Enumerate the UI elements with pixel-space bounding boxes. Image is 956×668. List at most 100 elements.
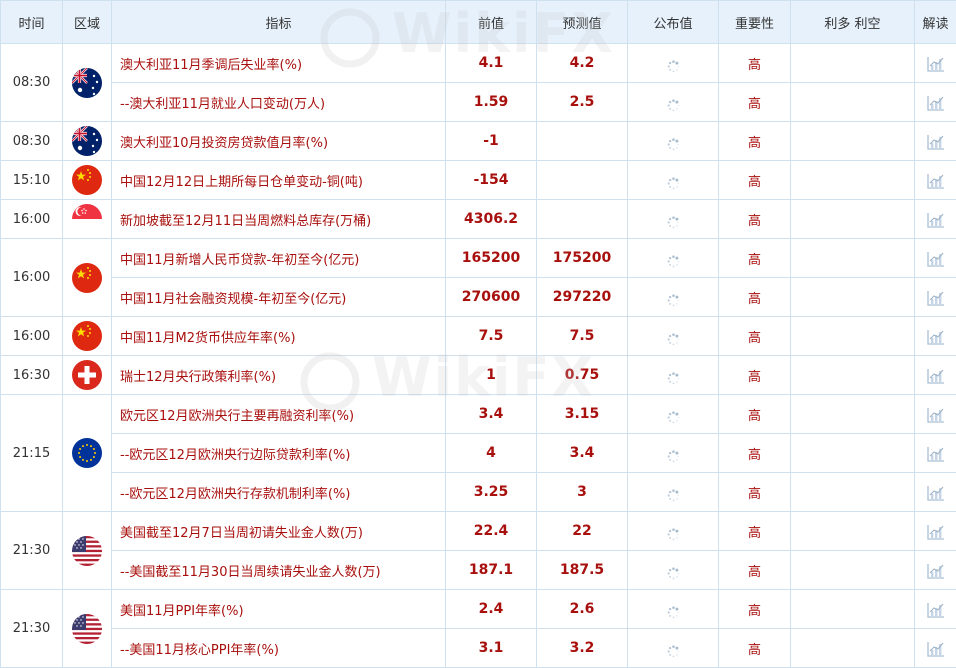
- importance-level: 高: [719, 512, 791, 551]
- loading-spinner-icon: [667, 370, 680, 383]
- indicator-name[interactable]: 欧元区12月欧洲央行主要再融资利率(%): [112, 395, 446, 434]
- analysis-chart-icon[interactable]: [926, 94, 946, 112]
- analysis-cell[interactable]: [915, 122, 956, 161]
- indicator-name[interactable]: --欧元区12月欧洲央行存款机制利率(%): [112, 473, 446, 512]
- analysis-chart-icon[interactable]: [926, 484, 946, 502]
- loading-spinner-icon: [667, 565, 680, 578]
- analysis-chart-icon[interactable]: [926, 640, 946, 658]
- analysis-cell[interactable]: [915, 317, 956, 356]
- actual-value: [628, 44, 719, 83]
- analysis-chart-icon[interactable]: [926, 562, 946, 580]
- loading-spinner-icon: [667, 643, 680, 656]
- analysis-cell[interactable]: [915, 590, 956, 629]
- analysis-chart-icon[interactable]: [926, 367, 946, 385]
- analysis-chart-icon[interactable]: [926, 406, 946, 424]
- analysis-cell[interactable]: [915, 239, 956, 278]
- analysis-cell[interactable]: [915, 356, 956, 395]
- region-cell: [63, 395, 112, 512]
- analysis-chart-icon[interactable]: [926, 55, 946, 73]
- impact-cell: [791, 551, 915, 590]
- analysis-chart-icon[interactable]: [926, 172, 946, 190]
- header-importance: 重要性: [719, 1, 791, 44]
- analysis-cell[interactable]: [915, 161, 956, 200]
- actual-value: [628, 161, 719, 200]
- impact-cell: [791, 317, 915, 356]
- importance-level: 高: [719, 551, 791, 590]
- indicator-name[interactable]: --澳大利亚11月就业人口变动(万人): [112, 83, 446, 122]
- analysis-cell[interactable]: [915, 278, 956, 317]
- forecast-value: 175200: [537, 239, 628, 278]
- analysis-chart-icon[interactable]: [926, 211, 946, 229]
- analysis-cell[interactable]: [915, 83, 956, 122]
- analysis-cell[interactable]: [915, 473, 956, 512]
- event-time: 15:10: [1, 161, 63, 200]
- forecast-value: 3.15: [537, 395, 628, 434]
- table-row: 21:30美国截至12月7日当周初请失业金人数(万)22.422高: [1, 512, 956, 551]
- analysis-cell[interactable]: [915, 44, 956, 83]
- header-time: 时间: [1, 1, 63, 44]
- loading-spinner-icon: [667, 448, 680, 461]
- indicator-name[interactable]: --欧元区12月欧洲央行边际贷款利率(%): [112, 434, 446, 473]
- analysis-cell[interactable]: [915, 395, 956, 434]
- analysis-chart-icon[interactable]: [926, 601, 946, 619]
- actual-value: [628, 590, 719, 629]
- indicator-name[interactable]: 美国11月PPI年率(%): [112, 590, 446, 629]
- analysis-chart-icon[interactable]: [926, 133, 946, 151]
- forecast-value: [537, 161, 628, 200]
- actual-value: [628, 122, 719, 161]
- indicator-name[interactable]: 中国12月12日上期所每日仓单变动-铜(吨): [112, 161, 446, 200]
- event-time: 21:30: [1, 590, 63, 668]
- impact-cell: [791, 434, 915, 473]
- loading-spinner-icon: [667, 175, 680, 188]
- indicator-name[interactable]: --美国11月核心PPI年率(%): [112, 629, 446, 668]
- indicator-name[interactable]: 美国截至12月7日当周初请失业金人数(万): [112, 512, 446, 551]
- indicator-name[interactable]: 中国11月新增人民币贷款-年初至今(亿元): [112, 239, 446, 278]
- previous-value: 1: [446, 356, 537, 395]
- header-previous: 前值: [446, 1, 537, 44]
- indicator-name[interactable]: 中国11月M2货币供应年率(%): [112, 317, 446, 356]
- table-row: 16:30瑞士12月央行政策利率(%)10.75高: [1, 356, 956, 395]
- china-flag-icon: [72, 321, 102, 351]
- analysis-chart-icon[interactable]: [926, 289, 946, 307]
- indicator-name[interactable]: 中国11月社会融资规模-年初至今(亿元): [112, 278, 446, 317]
- actual-value: [628, 473, 719, 512]
- analysis-cell[interactable]: [915, 629, 956, 668]
- indicator-name[interactable]: 澳大利亚10月投资房贷款值月率(%): [112, 122, 446, 161]
- previous-value: 4.1: [446, 44, 537, 83]
- analysis-chart-icon[interactable]: [926, 328, 946, 346]
- region-cell: [63, 356, 112, 395]
- importance-level: 高: [719, 44, 791, 83]
- forecast-value: 2.6: [537, 590, 628, 629]
- forecast-value: 3.2: [537, 629, 628, 668]
- analysis-cell[interactable]: [915, 512, 956, 551]
- indicator-name[interactable]: 澳大利亚11月季调后失业率(%): [112, 44, 446, 83]
- analysis-cell[interactable]: [915, 200, 956, 239]
- previous-value: 3.1: [446, 629, 537, 668]
- forecast-value: 3: [537, 473, 628, 512]
- indicator-name[interactable]: 瑞士12月央行政策利率(%): [112, 356, 446, 395]
- impact-cell: [791, 395, 915, 434]
- eu-flag-icon: [72, 438, 102, 468]
- region-cell: [63, 317, 112, 356]
- analysis-chart-icon[interactable]: [926, 445, 946, 463]
- indicator-name[interactable]: --美国截至11月30日当周续请失业金人数(万): [112, 551, 446, 590]
- analysis-cell[interactable]: [915, 551, 956, 590]
- loading-spinner-icon: [667, 97, 680, 110]
- impact-cell: [791, 44, 915, 83]
- impact-cell: [791, 161, 915, 200]
- analysis-chart-icon[interactable]: [926, 523, 946, 541]
- forecast-value: 3.4: [537, 434, 628, 473]
- analysis-cell[interactable]: [915, 434, 956, 473]
- forecast-value: 4.2: [537, 44, 628, 83]
- event-time: 16:00: [1, 317, 63, 356]
- importance-level: 高: [719, 83, 791, 122]
- table-row: 16:00新加坡截至12月11日当周燃料总库存(万桶)4306.2高: [1, 200, 956, 239]
- previous-value: -154: [446, 161, 537, 200]
- previous-value: 4306.2: [446, 200, 537, 239]
- loading-spinner-icon: [667, 526, 680, 539]
- indicator-name[interactable]: 新加坡截至12月11日当周燃料总库存(万桶): [112, 200, 446, 239]
- importance-level: 高: [719, 395, 791, 434]
- importance-level: 高: [719, 239, 791, 278]
- importance-level: 高: [719, 434, 791, 473]
- analysis-chart-icon[interactable]: [926, 250, 946, 268]
